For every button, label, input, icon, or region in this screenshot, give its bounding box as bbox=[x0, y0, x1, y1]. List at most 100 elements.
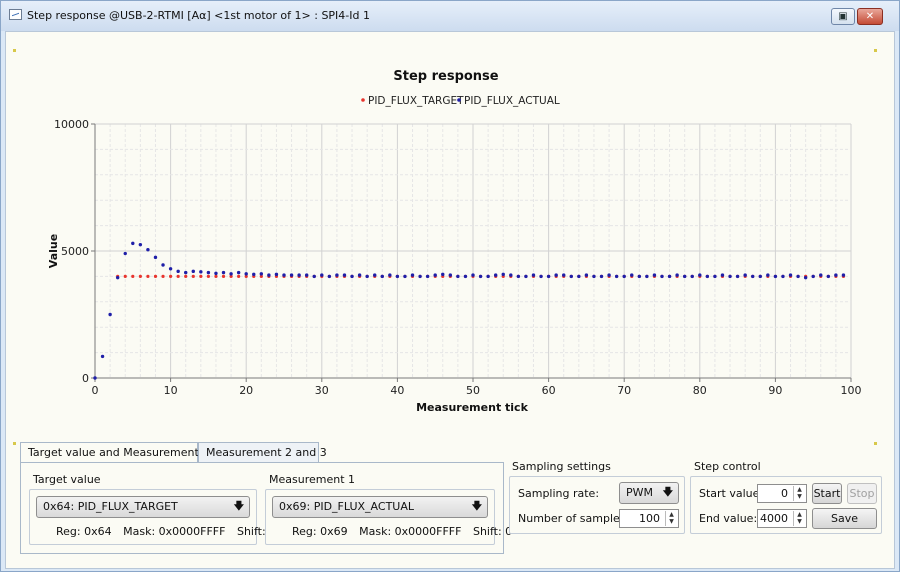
sampling-rate-select[interactable]: PWM 🡇 bbox=[619, 482, 679, 504]
target-group-label: Target value bbox=[33, 473, 101, 486]
actual-point bbox=[819, 273, 823, 277]
actual-point bbox=[569, 274, 573, 279]
step-response-chart[interactable]: Step response PID_FLUX_TARGET PID_FLUX_AC… bbox=[13, 49, 879, 447]
actual-point bbox=[441, 272, 445, 277]
actual-point bbox=[713, 274, 717, 279]
actual-point bbox=[373, 273, 377, 277]
start-value-input[interactable]: 0 ▲ ▼ bbox=[757, 484, 807, 503]
number-of-samples-input[interactable]: 100 ▲ ▼ bbox=[619, 509, 679, 528]
y-tick-label: 0 bbox=[82, 372, 89, 385]
spin-arrows-icon[interactable]: ▲ ▼ bbox=[665, 511, 677, 526]
target-groupbox: 0x64: PID_FLUX_TARGET 🡇 Reg: 0x64 Mask: … bbox=[29, 489, 276, 545]
actual-point bbox=[131, 241, 135, 246]
target-point bbox=[184, 274, 188, 278]
x-tick-label: 50 bbox=[466, 384, 480, 397]
actual-point bbox=[622, 274, 626, 279]
actual-point bbox=[486, 274, 490, 279]
chart-app-icon bbox=[9, 9, 22, 20]
measurement1-shift: Shift: 0 bbox=[472, 525, 513, 538]
end-value-label: End value: bbox=[699, 512, 758, 525]
actual-point bbox=[524, 274, 528, 279]
target-point bbox=[214, 274, 218, 278]
x-tick-label: 100 bbox=[841, 384, 862, 397]
actual-point bbox=[720, 273, 725, 277]
actual-point bbox=[675, 273, 679, 277]
actual-point bbox=[425, 274, 430, 279]
actual-point bbox=[93, 376, 97, 380]
legend-marker bbox=[457, 98, 461, 102]
x-tick-label: 20 bbox=[239, 384, 253, 397]
actual-point bbox=[410, 273, 415, 277]
actual-point bbox=[138, 242, 143, 247]
step-control-label: Step control bbox=[694, 460, 761, 473]
actual-point bbox=[357, 273, 362, 277]
actual-point bbox=[562, 273, 566, 277]
actual-point bbox=[811, 274, 815, 279]
actual-point bbox=[191, 269, 195, 274]
tab-label: Measurement 2 and 3 bbox=[206, 446, 327, 459]
measurement1-reg-info: Reg: 0x69 Mask: 0x0000FFFF Shift: 0 bbox=[292, 525, 520, 538]
actual-point bbox=[274, 272, 279, 277]
tab-measurement-2-3[interactable]: Measurement 2 and 3 bbox=[198, 442, 327, 463]
measurement1-select-value: 0x69: PID_FLUX_ACTUAL bbox=[279, 500, 414, 513]
actual-point bbox=[781, 274, 785, 279]
actual-point bbox=[335, 273, 339, 277]
sampling-rate-label: Sampling rate: bbox=[518, 487, 600, 500]
actual-point bbox=[728, 274, 732, 279]
actual-point bbox=[463, 274, 468, 279]
actual-point bbox=[501, 272, 505, 277]
actual-point bbox=[516, 274, 521, 279]
stop-button[interactable]: Stop bbox=[847, 483, 877, 504]
y-tick-label: 10000 bbox=[54, 118, 89, 131]
measurement1-mask: Mask: 0x0000FFFF bbox=[359, 525, 462, 538]
actual-point bbox=[350, 274, 354, 279]
spin-arrows-icon[interactable]: ▲ ▼ bbox=[793, 511, 805, 526]
legend-marker bbox=[361, 98, 365, 102]
spin-arrows-icon[interactable]: ▲ ▼ bbox=[793, 486, 805, 501]
actual-point bbox=[297, 273, 301, 277]
target-point bbox=[191, 274, 195, 278]
close-button[interactable]: ✕ bbox=[857, 8, 883, 25]
end-value-input[interactable]: 4000 ▲ ▼ bbox=[757, 509, 807, 528]
chart-title: Step response bbox=[393, 69, 498, 84]
actual-point bbox=[304, 273, 309, 277]
target-point bbox=[131, 274, 135, 278]
x-tick-label: 0 bbox=[92, 384, 99, 397]
actual-point bbox=[478, 274, 483, 279]
title-bar[interactable]: Step response @USB-2-RTMI [Aα] <1st moto… bbox=[1, 1, 899, 31]
sampling-settings-groupbox: Sampling rate: PWM 🡇 Number of samples: … bbox=[509, 476, 685, 534]
step-response-window: Step response @USB-2-RTMI [Aα] <1st moto… bbox=[0, 0, 900, 572]
actual-point bbox=[652, 273, 657, 277]
actual-point bbox=[607, 273, 611, 277]
end-value-value: 4000 bbox=[760, 512, 788, 525]
restore-button[interactable]: ▣ bbox=[831, 8, 855, 25]
actual-point bbox=[342, 273, 347, 277]
actual-point bbox=[577, 274, 581, 279]
target-register-select[interactable]: 0x64: PID_FLUX_TARGET 🡇 bbox=[36, 496, 250, 518]
actual-point bbox=[705, 274, 710, 279]
sampling-rate-value: PWM bbox=[626, 486, 654, 499]
save-button[interactable]: Save bbox=[812, 508, 877, 529]
measurement1-groupbox: 0x69: PID_FLUX_ACTUAL 🡇 Reg: 0x69 Mask: … bbox=[265, 489, 512, 545]
actual-point bbox=[153, 255, 158, 260]
measurement1-register-select[interactable]: 0x69: PID_FLUX_ACTUAL 🡇 bbox=[272, 496, 488, 518]
target-reg-info: Reg: 0x64 Mask: 0x0000FFFF Shift: 0 bbox=[56, 525, 284, 538]
target-point bbox=[237, 274, 241, 278]
actual-point bbox=[735, 274, 740, 279]
actual-point bbox=[289, 273, 294, 277]
legend-entry: PID_FLUX_TARGET bbox=[368, 95, 464, 107]
actual-point bbox=[614, 274, 619, 279]
restore-icon: ▣ bbox=[838, 11, 848, 22]
actual-point bbox=[758, 274, 762, 279]
actual-point bbox=[456, 274, 460, 279]
start-button[interactable]: Start bbox=[812, 483, 842, 504]
chart-corner-mark bbox=[874, 442, 877, 445]
actual-point bbox=[509, 273, 513, 277]
actual-point bbox=[244, 272, 248, 276]
actual-point bbox=[161, 263, 165, 267]
target-point bbox=[206, 274, 210, 278]
x-tick-label: 30 bbox=[315, 384, 329, 397]
actual-point bbox=[108, 312, 112, 317]
actual-point bbox=[841, 273, 846, 277]
tab-target-measurement0[interactable]: Target value and Measurement 0 bbox=[20, 442, 209, 464]
